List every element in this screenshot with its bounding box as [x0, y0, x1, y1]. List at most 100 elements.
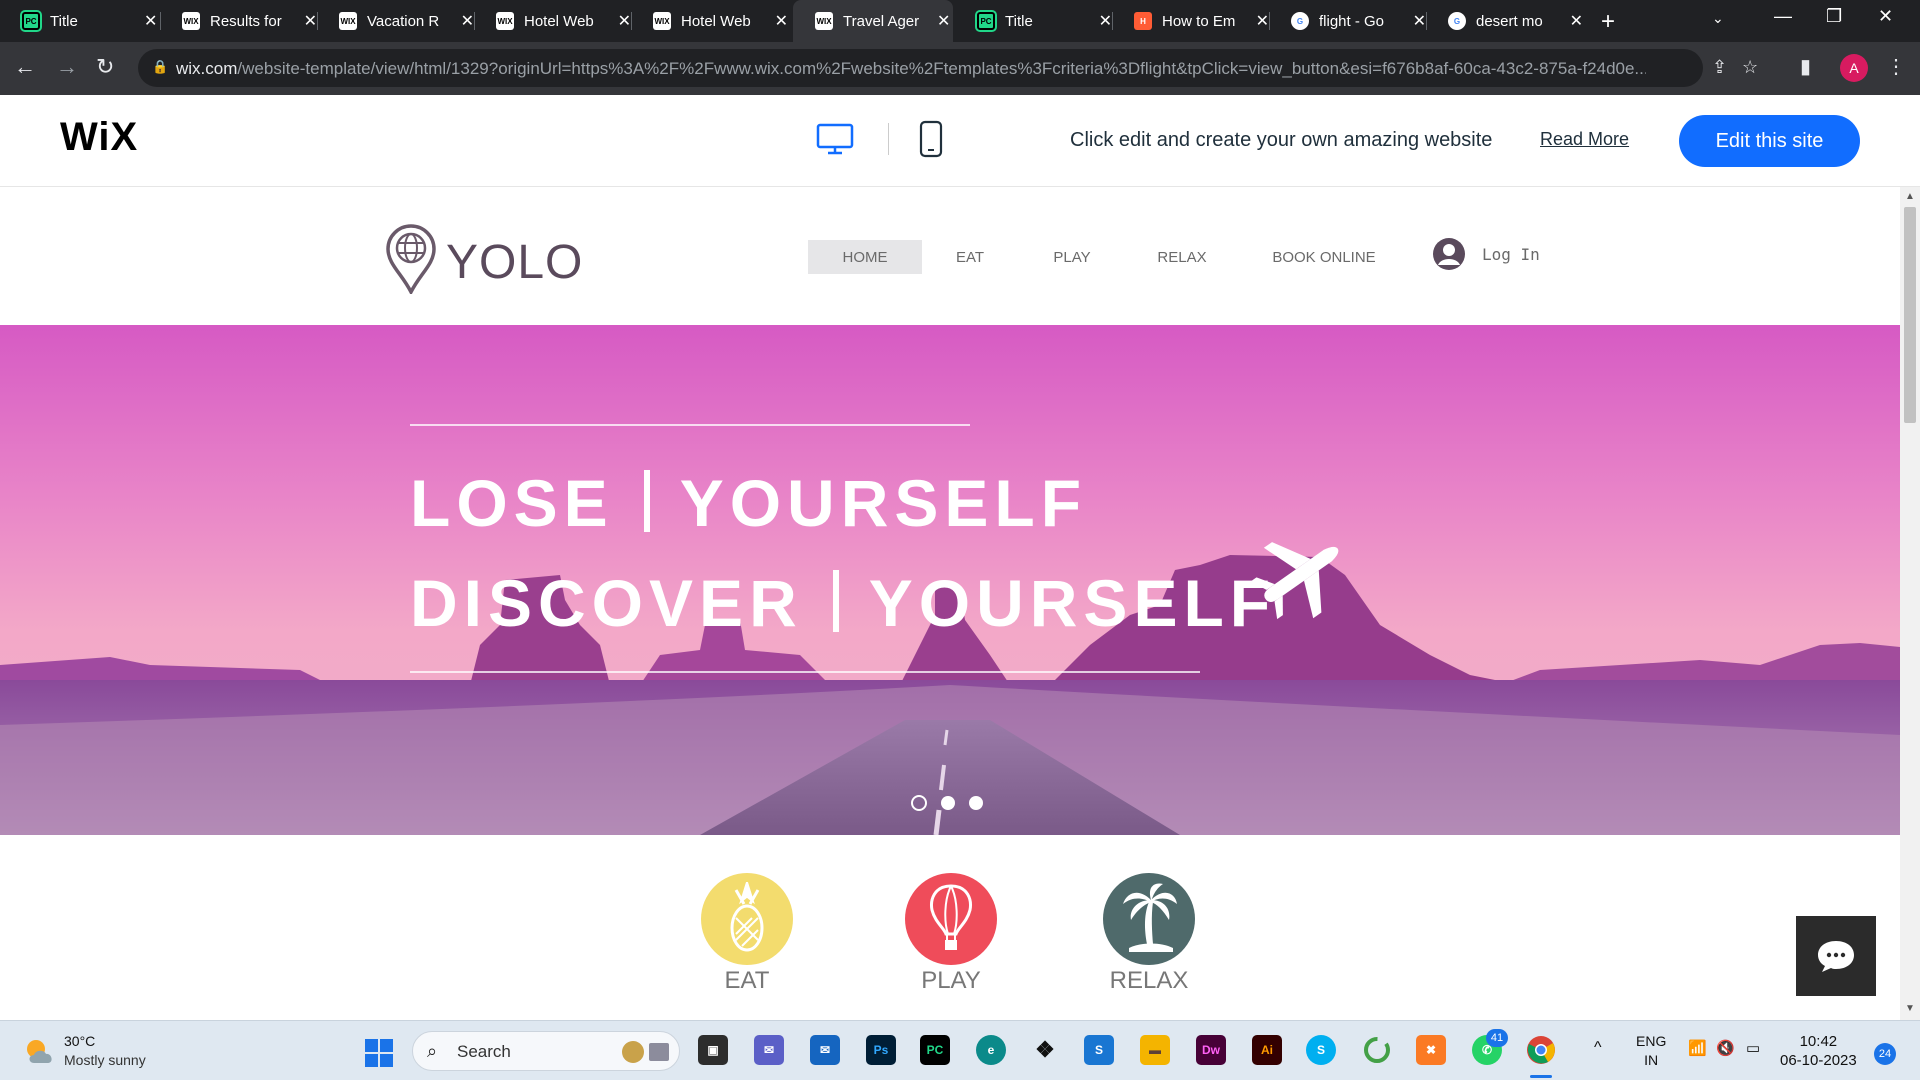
browser-tab[interactable]: WIX Hotel Web ✕	[631, 0, 788, 42]
tab-title: desert mo	[1476, 12, 1543, 30]
globe-pin-icon	[384, 222, 438, 299]
scroll-down-icon[interactable]: ▼	[1905, 1003, 1915, 1014]
system-clock[interactable]: 10:42 06-10-2023	[1780, 1032, 1857, 1070]
close-icon[interactable]: ✕	[1570, 11, 1583, 31]
nav-eat[interactable]: EAT	[940, 240, 1000, 274]
menu-icon[interactable]: ⋮	[1886, 54, 1906, 79]
weather-temperature[interactable]: 30°C	[64, 1033, 95, 1049]
chrome-icon[interactable]	[1526, 1035, 1556, 1065]
dreamweaver-icon[interactable]: Dw	[1196, 1035, 1226, 1065]
nav-home[interactable]: HOME	[808, 240, 922, 274]
close-icon[interactable]: ✕	[1099, 11, 1112, 31]
xampp-icon[interactable]: ✖	[1416, 1035, 1446, 1065]
tab-title: Title	[50, 12, 78, 30]
wifi-icon[interactable]: 📶	[1688, 1039, 1707, 1057]
star-icon[interactable]: ☆	[1742, 57, 1758, 78]
user-avatar-icon[interactable]	[1432, 237, 1466, 276]
edit-this-site-button[interactable]: Edit this site	[1679, 115, 1860, 167]
site-logo-text[interactable]: YOLO	[446, 235, 583, 290]
nav-book-online[interactable]: BOOK ONLINE	[1264, 240, 1384, 274]
close-icon[interactable]: ✕	[461, 11, 474, 31]
taskbar-search[interactable]: ⌕ Search	[412, 1031, 680, 1071]
browser-tab[interactable]: WIX Vacation R ✕	[317, 0, 474, 42]
feature-eat[interactable]: EAT	[692, 873, 802, 995]
close-icon[interactable]: ✕	[937, 11, 950, 31]
skype-icon[interactable]: S	[1306, 1035, 1336, 1065]
address-bar[interactable]: 🔒 wix.com/website-template/view/html/132…	[138, 49, 1758, 87]
close-window-icon[interactable]: ✕	[1878, 6, 1893, 27]
photoshop-icon[interactable]: Ps	[866, 1035, 896, 1065]
app-s-icon[interactable]: S	[1084, 1035, 1114, 1065]
minimize-icon[interactable]: —	[1774, 6, 1792, 27]
close-icon[interactable]: ✕	[1413, 11, 1426, 31]
pycharm-icon[interactable]: PC	[920, 1035, 950, 1065]
wix-icon: WIX	[339, 12, 357, 30]
language-indicator[interactable]: ENG IN	[1636, 1032, 1666, 1070]
feature-relax[interactable]: RELAX	[1094, 873, 1204, 995]
tab-title: Title	[1005, 12, 1033, 30]
task-view-icon[interactable]: ▣	[698, 1035, 728, 1065]
browser-tab[interactable]: G flight - Go ✕	[1269, 0, 1426, 42]
profile-avatar[interactable]: A	[1840, 54, 1868, 82]
edge-icon[interactable]: e	[976, 1035, 1006, 1065]
weather-description[interactable]: Mostly sunny	[64, 1052, 146, 1068]
nav-play[interactable]: PLAY	[1040, 240, 1104, 274]
browser-tab[interactable]: PC Title ✕	[955, 0, 1112, 42]
close-icon[interactable]: ✕	[775, 11, 788, 31]
close-icon[interactable]: ✕	[618, 11, 631, 31]
side-panel-icon[interactable]: ▮	[1800, 54, 1811, 79]
mobile-view-icon[interactable]	[919, 120, 943, 163]
browser-tab[interactable]: PC Title ✕	[0, 0, 160, 42]
browser-toolbar: ← → ↻ 🔒 wix.com/website-template/view/ht…	[0, 42, 1920, 95]
illustrator-icon[interactable]: Ai	[1252, 1035, 1282, 1065]
hubspot-icon: H	[1134, 12, 1152, 30]
browser-tab-active[interactable]: WIX Travel Ager ✕	[793, 0, 953, 42]
pineapple-icon	[701, 873, 793, 965]
close-icon[interactable]: ✕	[1256, 11, 1269, 31]
close-icon[interactable]: ✕	[144, 11, 157, 31]
teams-chat-icon[interactable]: ✉	[754, 1035, 784, 1065]
feature-play[interactable]: PLAY	[896, 873, 1006, 995]
chat-button[interactable]	[1796, 916, 1876, 996]
slide-dot[interactable]	[911, 795, 927, 811]
share-icon[interactable]: ⇪	[1712, 57, 1727, 78]
page-scrollbar[interactable]: ▲ ▼	[1900, 187, 1920, 1020]
tab-search-icon[interactable]: ⌄	[1712, 10, 1724, 27]
reload-icon[interactable]: ↻	[96, 54, 114, 80]
url-text[interactable]: wix.com/website-template/view/html/1329?…	[176, 59, 1646, 79]
battery-icon[interactable]: ▭	[1746, 1039, 1760, 1057]
tab-title: Travel Ager	[843, 12, 920, 30]
windows-start-icon[interactable]	[364, 1038, 394, 1073]
desktop-view-icon[interactable]	[816, 123, 854, 160]
read-more-link[interactable]: Read More	[1540, 129, 1629, 150]
feature-label: PLAY	[921, 967, 981, 994]
back-icon[interactable]: ←	[14, 54, 36, 80]
search-highlight-icon	[622, 1041, 669, 1063]
dropbox-icon[interactable]: ❖	[1030, 1035, 1060, 1065]
browser-tab[interactable]: H How to Em ✕	[1112, 0, 1269, 42]
file-explorer-icon[interactable]: ▬	[1140, 1035, 1170, 1065]
scrollbar-thumb[interactable]	[1904, 207, 1916, 423]
sync-app-icon[interactable]	[1362, 1035, 1392, 1065]
forward-icon[interactable]: →	[56, 54, 78, 80]
browser-tab[interactable]: G desert mo ✕	[1426, 0, 1583, 42]
wix-promo-message: Click edit and create your own amazing w…	[1070, 129, 1493, 151]
scroll-up-icon[interactable]: ▲	[1905, 191, 1915, 202]
slide-dot[interactable]	[969, 796, 983, 810]
feature-label: EAT	[724, 967, 770, 994]
chat-bubble-icon	[1818, 941, 1854, 972]
login-link[interactable]: Log In	[1482, 245, 1540, 264]
slide-dot[interactable]	[941, 796, 955, 810]
close-icon[interactable]: ✕	[304, 11, 317, 31]
volume-muted-icon[interactable]: 🔇	[1716, 1039, 1735, 1057]
notification-count-badge[interactable]: 24	[1874, 1043, 1896, 1065]
restore-icon[interactable]: ❐	[1826, 6, 1842, 27]
device-divider	[888, 123, 889, 155]
browser-tab[interactable]: WIX Hotel Web ✕	[474, 0, 631, 42]
nav-relax[interactable]: RELAX	[1146, 240, 1218, 274]
mail-icon[interactable]: ✉	[810, 1035, 840, 1065]
new-tab-icon[interactable]: +	[1601, 8, 1615, 36]
browser-tab[interactable]: WIX Results for ✕	[160, 0, 317, 42]
show-hidden-icons[interactable]: ^	[1594, 1039, 1602, 1057]
sun-cloud-icon[interactable]	[24, 1037, 56, 1070]
